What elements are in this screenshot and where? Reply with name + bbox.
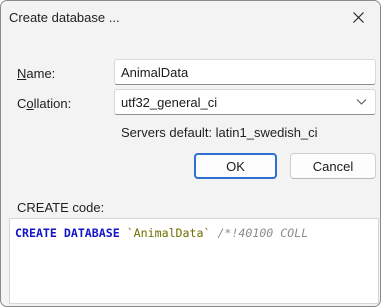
cancel-button[interactable]: Cancel [290, 153, 376, 179]
collation-label: Collation: [17, 96, 71, 111]
name-label-mnemonic: N [17, 66, 27, 81]
chevron-down-icon [356, 99, 367, 105]
name-input-value: AnimalData [121, 64, 189, 80]
title-bar: Create database ... [1, 1, 380, 33]
create-code-label: CREATE code: [17, 200, 105, 215]
collation-select-value: utf32_general_ci [121, 94, 218, 110]
name-label: Name: [17, 66, 55, 81]
create-code-editor[interactable]: CREATE DATABASE `AnimalData` /*!40100 CO… [9, 218, 379, 304]
collation-select[interactable]: utf32_general_ci [114, 89, 376, 115]
name-label-rest: ame: [26, 66, 56, 81]
name-input[interactable]: AnimalData [114, 59, 376, 85]
ok-button[interactable]: OK [194, 153, 277, 179]
create-database-dialog: Create database ... Name: AnimalData Col… [0, 0, 381, 307]
close-button[interactable] [336, 1, 380, 33]
collation-label-first: C [17, 96, 27, 111]
close-icon [352, 11, 364, 23]
server-default-text: Servers default: latin1_swedish_ci [121, 125, 318, 140]
ok-button-label: OK [226, 158, 245, 174]
collation-label-mnemonic: o [26, 96, 34, 111]
code-database-name: `AnimalData` [126, 226, 211, 240]
window-title: Create database ... [9, 10, 120, 25]
collation-label-rest: llation: [33, 96, 72, 111]
code-keyword: CREATE DATABASE [15, 226, 120, 240]
code-line: CREATE DATABASE `AnimalData` /*!40100 CO… [15, 226, 308, 240]
cancel-button-label: Cancel [312, 158, 354, 174]
code-comment: /*!40100 COLL [217, 226, 309, 240]
